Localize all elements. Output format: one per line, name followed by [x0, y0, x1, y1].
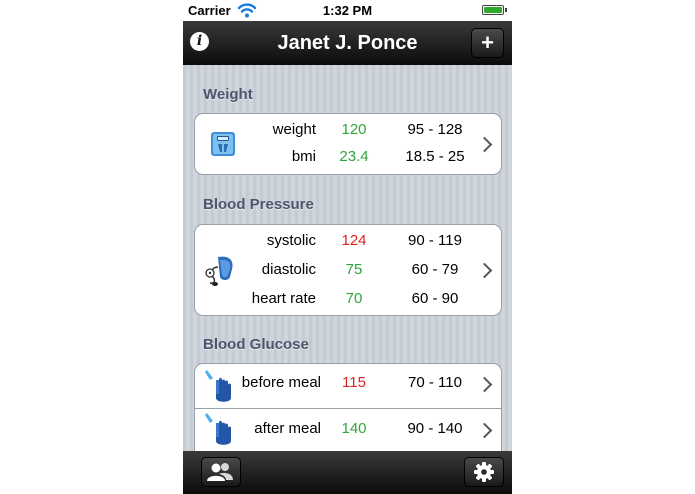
range-systolic: 90 - 119: [408, 232, 462, 249]
row-heart-rate: heart rate 70 60 - 90: [195, 286, 501, 312]
label-before-meal: before meal: [241, 374, 321, 391]
range-before-meal: 70 - 110: [408, 374, 462, 391]
add-button[interactable]: +: [471, 28, 504, 58]
settings-button[interactable]: [464, 457, 504, 487]
battery-icon: [482, 5, 507, 15]
contacts-icon: [207, 463, 233, 481]
value-diastolic: 75: [345, 261, 363, 278]
label-after-meal: after meal: [254, 420, 321, 437]
section-title-weight: Weight: [203, 86, 253, 103]
label-systolic: systolic: [266, 232, 316, 249]
label-weight: weight: [272, 121, 316, 138]
phone-screen: Carrier 1:32 PM i Janet J. Ponce + Weigh…: [183, 0, 512, 494]
range-diastolic: 60 - 79: [411, 261, 459, 278]
range-bmi: 18.5 - 25: [405, 148, 465, 165]
row-bmi: bmi 23.4 18.5 - 25: [195, 145, 501, 171]
bottom-toolbar: [183, 451, 512, 494]
row-systolic: systolic 124 90 - 119: [195, 228, 501, 254]
value-weight: 120: [341, 121, 367, 138]
row-before-meal: before meal 115 70 - 110: [195, 370, 501, 396]
value-after-meal: 140: [341, 420, 367, 437]
section-title-blood-pressure: Blood Pressure: [203, 196, 314, 213]
row-after-meal: after meal 140 90 - 140: [195, 416, 501, 442]
value-before-meal: 115: [342, 374, 366, 391]
patient-name-title: Janet J. Ponce: [277, 32, 418, 54]
range-weight: 95 - 128: [407, 121, 463, 138]
settings-gear-icon: [474, 462, 494, 482]
measurements-list[interactable]: Weight weight 120 95 - 128 bmi 23.4 18.5…: [183, 65, 512, 451]
value-systolic: 124: [341, 232, 367, 249]
status-bar: Carrier 1:32 PM: [183, 0, 512, 21]
label-bmi: bmi: [291, 148, 316, 165]
weight-card[interactable]: weight 120 95 - 128 bmi 23.4 18.5 - 25: [194, 113, 502, 175]
row-weight: weight 120 95 - 128: [195, 117, 501, 143]
contacts-button[interactable]: [201, 457, 241, 487]
after-meal-row-card[interactable]: after meal 140 90 - 140: [194, 409, 502, 451]
range-after-meal: 90 - 140: [407, 420, 463, 437]
clock: 1:32 PM: [322, 3, 373, 18]
value-bmi: 23.4: [339, 148, 369, 165]
value-heart-rate: 70: [345, 290, 363, 307]
label-diastolic: diastolic: [261, 261, 316, 278]
info-button[interactable]: i: [190, 32, 209, 51]
range-heart-rate: 60 - 90: [411, 290, 459, 307]
label-heart-rate: heart rate: [251, 290, 316, 307]
section-title-blood-glucose: Blood Glucose: [203, 336, 309, 353]
blood-pressure-card[interactable]: systolic 124 90 - 119 diastolic 75 60 - …: [194, 224, 502, 316]
navigation-bar: i Janet J. Ponce +: [183, 21, 512, 65]
row-diastolic: diastolic 75 60 - 79: [195, 257, 501, 283]
